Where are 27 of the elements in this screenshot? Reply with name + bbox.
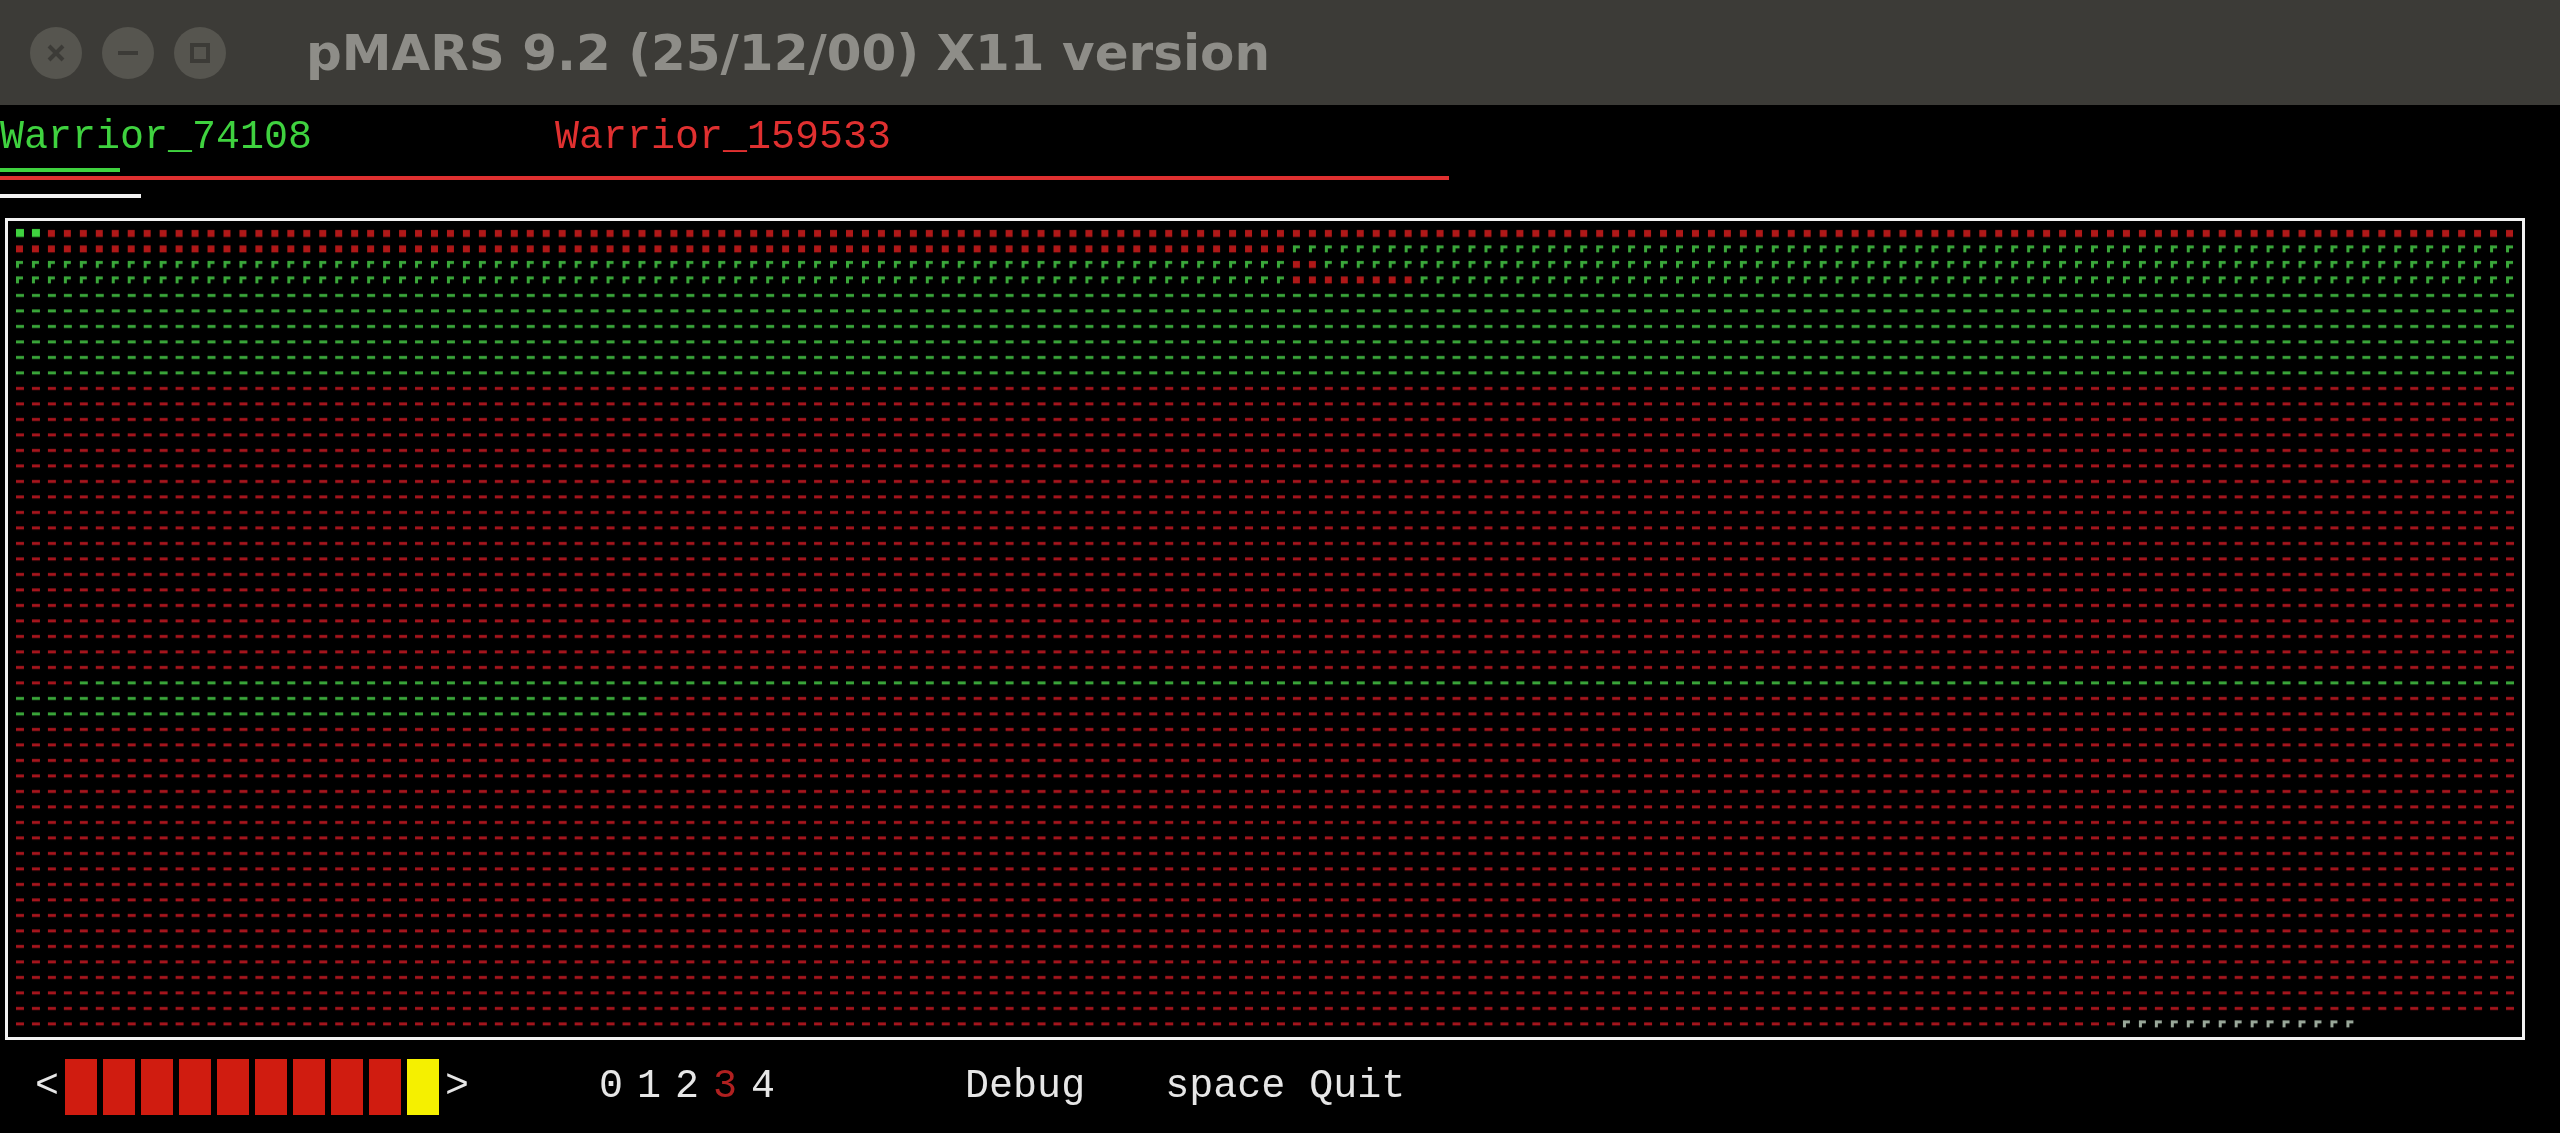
speed-step[interactable] (217, 1058, 249, 1115)
window-title: pMARS 9.2 (25/12/00) X11 version (306, 23, 1271, 82)
speed-step[interactable] (103, 1058, 135, 1115)
command-button[interactable]: Debug (965, 1064, 1086, 1109)
faster-button[interactable]: > (445, 1064, 470, 1109)
warrior-name: Warrior_74108 (0, 115, 314, 160)
speed-step[interactable] (255, 1058, 287, 1115)
display-mode[interactable]: 0 (599, 1064, 624, 1109)
maximize-icon (190, 42, 210, 63)
minimize-icon (118, 50, 138, 55)
display-mode[interactable]: 2 (675, 1064, 700, 1109)
speed-step[interactable] (331, 1058, 363, 1115)
warrior-name: Warrior_159533 (555, 115, 893, 160)
close-button[interactable] (30, 26, 82, 79)
minimize-button[interactable] (102, 26, 154, 79)
speed-step[interactable] (179, 1058, 211, 1115)
speed-step[interactable] (407, 1058, 439, 1115)
display-mode[interactable]: 4 (751, 1064, 776, 1109)
speed-step[interactable] (65, 1058, 97, 1115)
speed-step[interactable] (369, 1058, 401, 1115)
display-mode[interactable]: 1 (637, 1064, 662, 1109)
command-button[interactable]: space Quit (1165, 1064, 1406, 1109)
close-icon (46, 42, 66, 63)
slower-button[interactable]: < (35, 1064, 59, 1109)
maximize-button[interactable] (174, 26, 226, 79)
speed-step[interactable] (293, 1058, 325, 1115)
speed-step[interactable] (141, 1058, 173, 1115)
